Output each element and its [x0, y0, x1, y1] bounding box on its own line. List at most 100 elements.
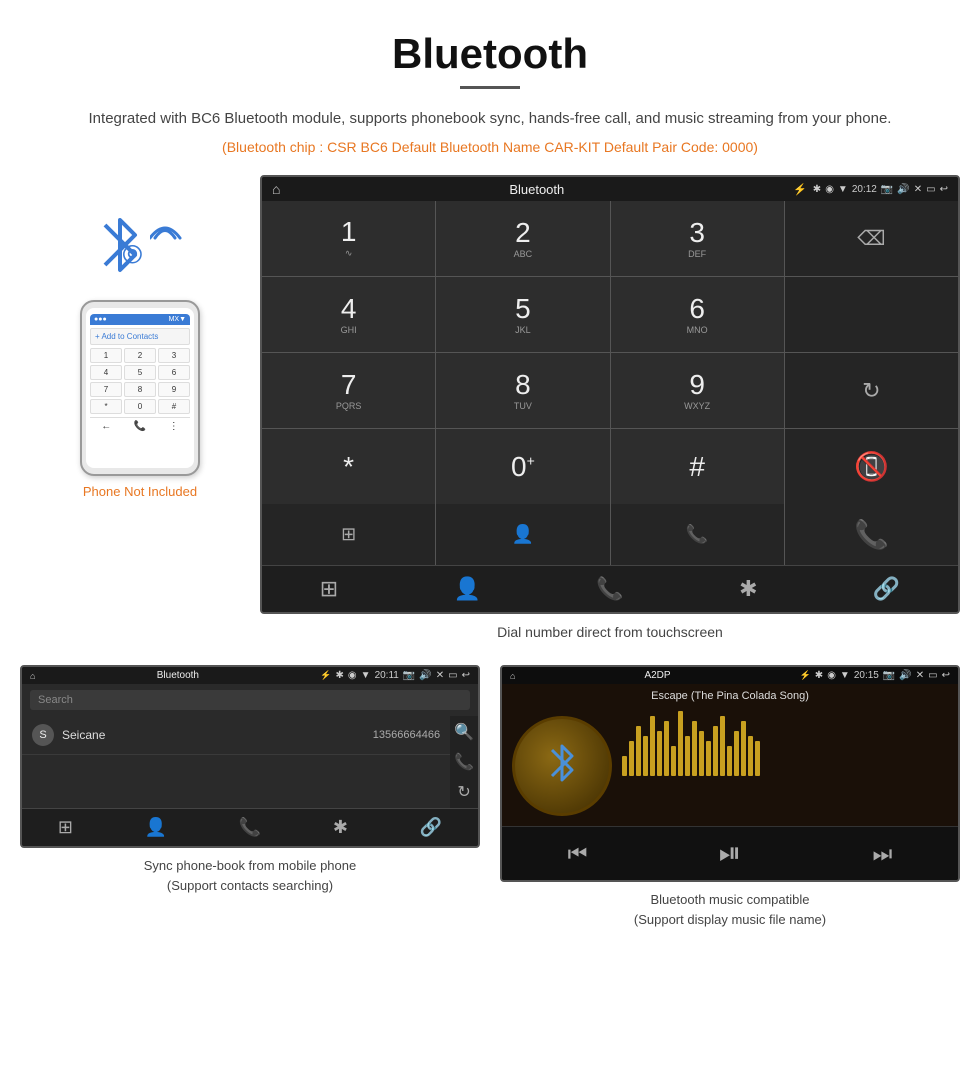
- visualizer-bar: [657, 731, 662, 776]
- dial-key-6[interactable]: 6 MNO: [611, 277, 784, 352]
- pb-search-icon[interactable]: 🔍: [454, 722, 474, 742]
- music-info: [622, 716, 948, 776]
- phonebook-panel: ⌂ Bluetooth ⚡ ✱ ◉ ▼ 20:11 📷 🔊 ✕ ▭ ↩ Sear…: [20, 665, 480, 929]
- dial-num-5: 5: [515, 295, 531, 323]
- music-close-icon: ✕: [916, 670, 924, 681]
- signal-icon: ▼: [838, 184, 848, 195]
- pb-call-icon[interactable]: 📞: [454, 752, 474, 772]
- dial-key-hash[interactable]: #: [611, 429, 784, 504]
- dial-letters-3: DEF: [688, 249, 706, 259]
- refresh-icon[interactable]: ↻: [862, 378, 880, 404]
- phone-key-3: 3: [158, 348, 190, 363]
- phone-key-1: 1: [90, 348, 122, 363]
- song-title: Escape (The Pina Colada Song): [502, 684, 958, 706]
- dialpad-bluetooth-icon[interactable]: ✱: [739, 576, 757, 602]
- next-track-icon[interactable]: ⏭: [873, 841, 893, 867]
- pb-location-icon: ◉: [348, 670, 357, 681]
- dialpad-grid-icon[interactable]: ⊞: [320, 576, 338, 602]
- dial-bottom-green-call[interactable]: 📞: [785, 504, 958, 565]
- prev-track-icon[interactable]: ⏮: [568, 841, 588, 867]
- back-icon: ↩: [940, 184, 948, 195]
- dial-cell-call-end: 📵: [785, 429, 958, 504]
- dial-bottom-contact[interactable]: 👤: [436, 504, 609, 565]
- green-call-icon[interactable]: 📞: [854, 518, 889, 551]
- dial-key-8[interactable]: 8 TUV: [436, 353, 609, 428]
- dial-letters-6: MNO: [687, 325, 708, 335]
- play-pause-icon[interactable]: ⏯: [719, 837, 741, 870]
- dial-bottom-phone[interactable]: 📞: [611, 504, 784, 565]
- music-camera-icon: 📷: [883, 670, 895, 681]
- dial-key-7[interactable]: 7 PQRS: [262, 353, 435, 428]
- dial-bottom-grid-icon[interactable]: ⊞: [262, 504, 435, 565]
- dial-key-3[interactable]: 3 DEF: [611, 201, 784, 276]
- contact-item-seicane[interactable]: S Seicane 13566664466: [22, 716, 450, 755]
- visualizer-bar: [650, 716, 655, 776]
- pb-person-icon[interactable]: 👤: [145, 817, 167, 838]
- dial-num-4: 4: [341, 295, 357, 323]
- music-status-icons: ✱ ◉ ▼ 20:15 📷 🔊 ✕ ▭ ↩: [815, 670, 950, 681]
- window-icon: ▭: [926, 184, 935, 195]
- pb-camera-icon: 📷: [403, 670, 415, 681]
- dial-num-star: *: [343, 453, 354, 481]
- search-placeholder: Search: [38, 694, 73, 706]
- visualizer-bar: [706, 741, 711, 776]
- music-content: [502, 706, 958, 826]
- phone-key-star: *: [90, 399, 122, 414]
- pb-window-icon: ▭: [448, 670, 457, 681]
- phone-key-8: 8: [124, 382, 156, 397]
- visualizer-bar: [636, 726, 641, 776]
- visualizer-bar: [664, 721, 669, 776]
- pb-grid-icon[interactable]: ⊞: [58, 817, 73, 838]
- dialpad-person-icon[interactable]: 👤: [454, 576, 481, 602]
- dial-letters-8: TUV: [514, 401, 532, 411]
- bluetooth-status-icon: ✱: [813, 184, 821, 195]
- orange-info: (Bluetooth chip : CSR BC6 Default Blueto…: [20, 139, 960, 155]
- phone-not-included-label: Phone Not Included: [83, 484, 197, 499]
- grid-icon: ⊞: [341, 524, 356, 545]
- phone-key-hash: #: [158, 399, 190, 414]
- dial-key-1[interactable]: 1 ∿: [262, 201, 435, 276]
- home-icon: ⌂: [272, 181, 280, 197]
- usb-icon: ⚡: [793, 183, 807, 196]
- page-header: Bluetooth Integrated with BC6 Bluetooth …: [0, 0, 980, 165]
- backspace-icon[interactable]: ⌫: [857, 226, 885, 251]
- end-call-icon[interactable]: 📵: [854, 450, 889, 483]
- main-content: ⦾ ●●●MX▼ + Add to Contacts 1 2 3: [0, 165, 980, 665]
- bottom-panels: ⌂ Bluetooth ⚡ ✱ ◉ ▼ 20:11 📷 🔊 ✕ ▭ ↩ Sear…: [0, 665, 980, 949]
- dial-key-2[interactable]: 2 ABC: [436, 201, 609, 276]
- pb-link-icon[interactable]: 🔗: [420, 817, 442, 838]
- visualizer-bar: [727, 746, 732, 776]
- visualizer-bar: [734, 731, 739, 776]
- phone-key-5: 5: [124, 365, 156, 380]
- pb-refresh-icon[interactable]: ↻: [457, 782, 470, 802]
- dial-cell-empty-2: [785, 277, 958, 352]
- dialpad-link-icon[interactable]: 🔗: [873, 576, 900, 602]
- phone-key-2: 2: [124, 348, 156, 363]
- phone-call-icon: 📞: [134, 421, 146, 432]
- dial-key-5[interactable]: 5 JKL: [436, 277, 609, 352]
- dial-key-0[interactable]: 0+: [436, 429, 609, 504]
- phonebook-search[interactable]: Search: [30, 690, 470, 710]
- pb-phone-icon[interactable]: 📞: [239, 817, 261, 838]
- phone-key-4: 4: [90, 365, 122, 380]
- pb-volume-icon: 🔊: [419, 670, 431, 681]
- dial-cell-empty-1: ⌫: [785, 201, 958, 276]
- dial-key-4[interactable]: 4 GHI: [262, 277, 435, 352]
- visualizer-bar: [755, 741, 760, 776]
- dial-num-9: 9: [689, 371, 705, 399]
- pb-back-icon: ↩: [462, 670, 470, 681]
- visualizer-bar: [622, 756, 627, 776]
- wifi-waves-icon: ⦾: [122, 239, 150, 269]
- visualizer-bar: [748, 736, 753, 776]
- pb-bluetooth-bottom-icon[interactable]: ✱: [333, 817, 348, 838]
- title-underline: [460, 86, 520, 89]
- music-bluetooth-icon: ✱: [815, 670, 823, 681]
- phone-keypad: 1 2 3 4 5 6 7 8 9 * 0 #: [90, 348, 190, 414]
- dial-key-star[interactable]: *: [262, 429, 435, 504]
- pb-bluetooth-icon: ✱: [336, 670, 344, 681]
- phone-mockup: ●●●MX▼ + Add to Contacts 1 2 3 4 5 6 7 8…: [80, 300, 200, 476]
- dial-num-7: 7: [341, 371, 357, 399]
- dial-key-9[interactable]: 9 WXYZ: [611, 353, 784, 428]
- dial-num-hash: #: [689, 453, 705, 481]
- dialpad-call-icon[interactable]: 📞: [596, 576, 623, 602]
